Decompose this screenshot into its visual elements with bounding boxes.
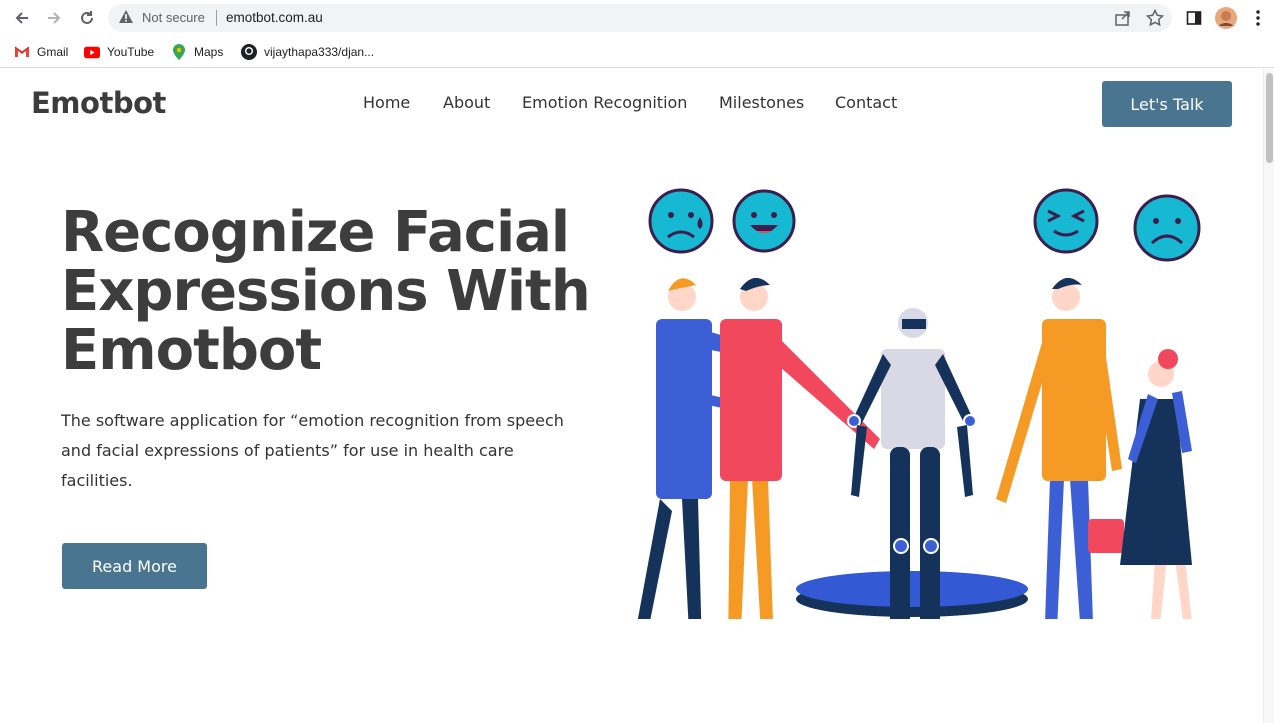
reload-icon[interactable] [75,6,99,30]
sad-emoji-icon [1133,194,1201,262]
share-icon[interactable] [1114,9,1132,31]
hero-title-line: Emotbot [61,318,322,383]
security-label[interactable]: Not secure [142,10,205,25]
person-orange-sweater [996,277,1124,619]
person-navy-dress [1120,349,1192,619]
star-icon[interactable] [1145,8,1165,31]
scrollbar-thumb[interactable] [1266,73,1273,163]
robot-platform [796,571,1028,617]
maps-icon [171,44,187,60]
address-bar[interactable]: Not secure emotbot.com.au [108,4,1172,32]
hero-title: Recognize Facial Expressions With Emotbo… [61,203,601,380]
bookmark-label: YouTube [107,45,155,59]
laughing-emoji-icon [732,189,796,253]
url-text[interactable]: emotbot.com.au [226,10,323,25]
hero-title-line: Recognize Facial [61,200,570,265]
forward-icon[interactable] [42,6,66,30]
profile-avatar[interactable] [1214,6,1238,30]
bookmark-gmail[interactable]: Gmail [14,42,68,62]
nav-home[interactable]: Home [363,93,410,112]
squinting-emoji-icon [1033,188,1099,254]
divider [216,10,217,26]
nav-contact[interactable]: Contact [835,93,897,112]
nav-emotion-recognition[interactable]: Emotion Recognition [522,93,687,112]
youtube-icon [84,44,100,60]
bookmark-label: Gmail [37,45,69,59]
read-more-button[interactable]: Read More [62,543,207,589]
bookmark-youtube[interactable]: YouTube [84,42,154,62]
scrollbar[interactable] [1263,69,1274,723]
hero-title-line: Expressions With [61,259,591,324]
webpage: Emotbot Home About Emotion Recognition M… [0,69,1263,723]
hero-description: The software application for “emotion re… [61,411,564,490]
bookmark-github[interactable]: vijaythapa333/djan... [241,42,374,62]
nav-milestones[interactable]: Milestones [719,93,804,112]
warning-icon [118,9,134,29]
more-menu-icon[interactable] [1246,6,1270,30]
nav-about[interactable]: About [443,93,490,112]
github-icon [241,44,257,60]
back-icon[interactable] [10,6,34,30]
sad-crying-emoji-icon [648,188,714,254]
hero-illustration [637,188,1201,619]
bookmark-label: Maps [194,45,224,59]
site-logo[interactable]: Emotbot [31,86,166,120]
bookmarks-bar: Gmail YouTube Maps vijaythapa333/djan... [0,36,1274,68]
gmail-icon [14,44,30,60]
browser-toolbar: Not secure emotbot.com.au [0,0,1274,36]
lets-talk-button[interactable]: Let's Talk [1102,81,1232,127]
bookmark-maps[interactable]: Maps [171,42,223,62]
sidepanel-icon[interactable] [1182,6,1206,30]
bookmark-label: vijaythapa333/djan... [264,45,375,59]
